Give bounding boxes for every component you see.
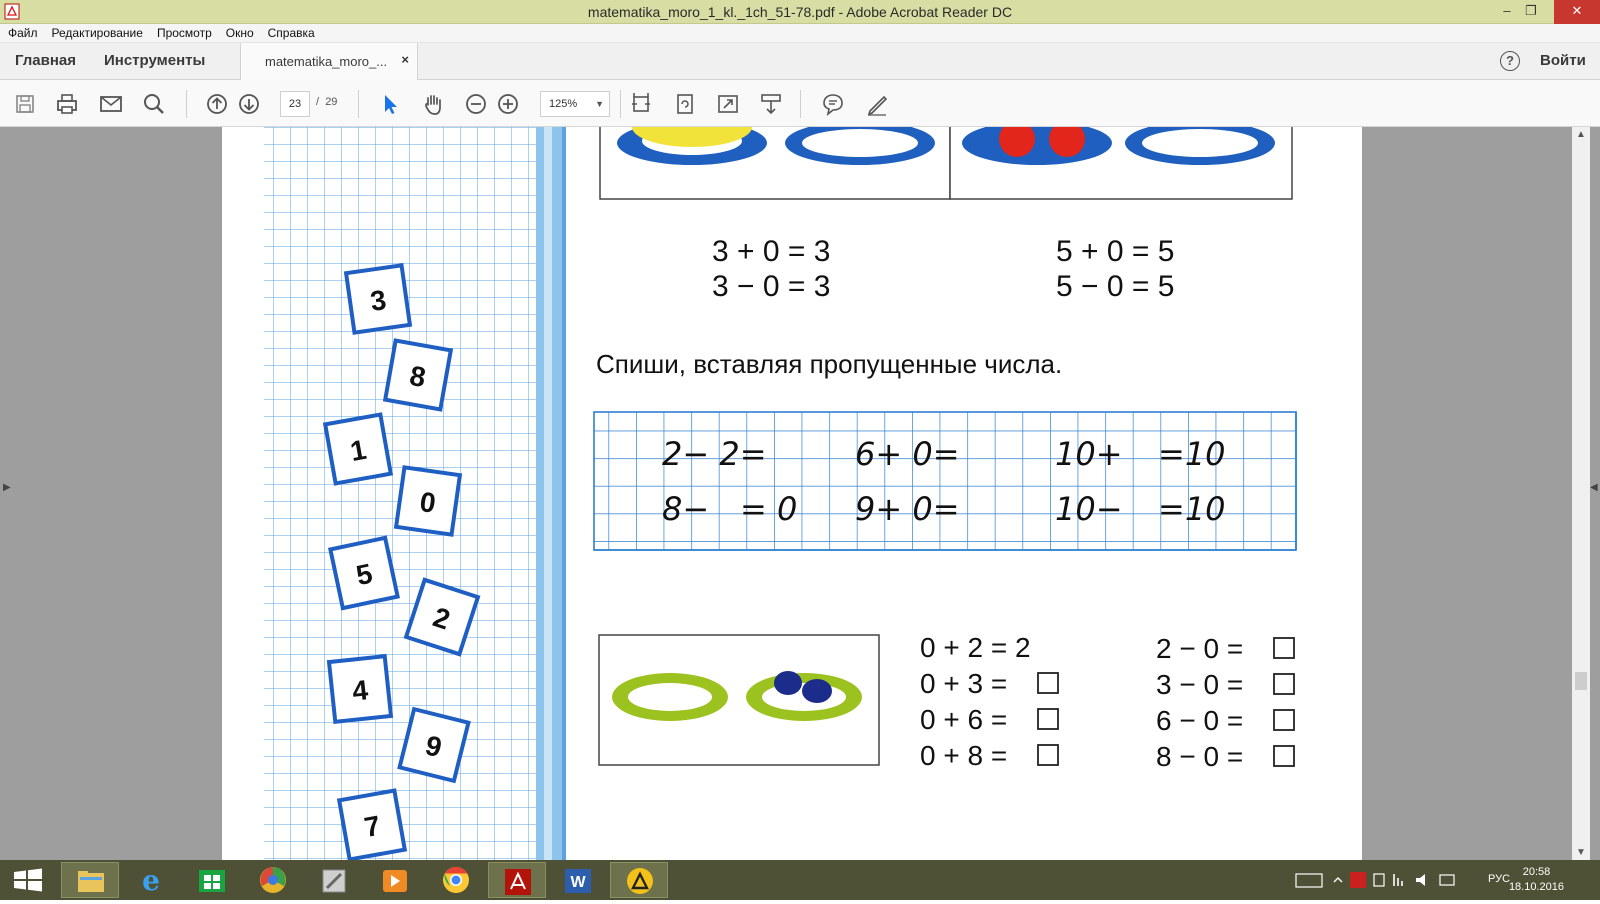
acrobat-icon[interactable] — [488, 862, 546, 898]
left-panel-toggle-icon[interactable]: ▶ — [3, 482, 11, 493]
equation: 5 − 0 = 5 — [1056, 270, 1174, 303]
tray-icons[interactable] — [1290, 870, 1480, 890]
search-icon[interactable] — [141, 91, 167, 117]
tab-tools[interactable]: Инструменты — [104, 52, 205, 69]
number-card: 9 — [397, 706, 471, 784]
number-card: 0 — [393, 465, 463, 537]
clock-time: 20:58 — [1522, 866, 1551, 878]
archicad-icon[interactable] — [610, 862, 668, 898]
close-button[interactable]: ✕ — [1554, 0, 1600, 24]
instruction-text: Спиши, вставляя пропущенные числа. — [596, 349, 1062, 379]
toolbar: 23 / 29 125% ▼ — [0, 80, 1600, 127]
login-button[interactable]: Войти — [1540, 52, 1586, 69]
media-player-icon[interactable] — [366, 862, 424, 898]
select-cursor-icon[interactable] — [377, 91, 403, 117]
menu-window[interactable]: Окно — [218, 24, 260, 40]
grid-text: 8− — [662, 490, 709, 528]
clock-date: 18.10.2016 — [1508, 881, 1564, 893]
chrome-like-icon[interactable] — [244, 862, 302, 898]
vertical-scrollbar[interactable]: ▲ ▼ — [1572, 127, 1590, 860]
window-title: matematika_moro_1_kl._1ch_51-78.pdf - Ad… — [587, 4, 1013, 20]
equation: 3 − 0 = 3 — [712, 270, 830, 303]
menu-view[interactable]: Просмотр — [149, 24, 218, 40]
hand-icon[interactable] — [420, 91, 446, 117]
page-down-icon[interactable] — [236, 91, 262, 117]
tab-home[interactable]: Главная — [15, 52, 76, 69]
close-tab-button[interactable]: × — [401, 52, 409, 67]
grid-text: 10− — [1055, 490, 1123, 528]
equation: 5 + 0 = 5 — [1056, 235, 1174, 268]
menu-file[interactable]: Файл — [0, 24, 44, 40]
grid-text: 10+ — [1055, 435, 1123, 473]
number-card: 3 — [343, 263, 413, 335]
number-card: 7 — [336, 788, 408, 860]
taskbar: e W РУС 20:58 18.10.2016 — [0, 860, 1600, 900]
number-card: 1 — [322, 412, 394, 486]
system-tray: РУС 20:58 18.10.2016 — [1290, 860, 1600, 900]
tab-bar: Главная Инструменты matematika_moro_... … — [0, 43, 1600, 80]
scroll-thumb[interactable] — [1575, 672, 1587, 690]
grid-text: 2− 2= — [662, 435, 767, 473]
comment-icon[interactable] — [820, 91, 846, 117]
scroll-up-icon[interactable]: ▲ — [1576, 129, 1586, 140]
scroll-down-icon[interactable]: ▼ — [1576, 847, 1586, 858]
right-panel-toggle-icon[interactable]: ◀ — [1590, 482, 1598, 493]
print-icon[interactable] — [54, 91, 80, 117]
menu-edit[interactable]: Редактирование — [44, 24, 149, 40]
zoom-in-icon[interactable] — [495, 91, 521, 117]
page-total: / 29 — [316, 96, 338, 108]
equation: 3 − 0 = — [1156, 669, 1243, 700]
menu-bar: Файл Редактирование Просмотр Окно Справка — [0, 24, 1600, 43]
scroll-mode-icon[interactable] — [758, 91, 784, 117]
tab-document[interactable]: matematika_moro_... × — [240, 43, 418, 80]
number-card: 8 — [382, 338, 454, 412]
pdf-page: 3 8 1 0 5 2 4 9 7 3 + 0 = 3 3 − 0 = 3 5 … — [222, 127, 1362, 860]
menu-help[interactable]: Справка — [260, 24, 321, 40]
word-icon[interactable]: W — [549, 862, 607, 898]
page-illustration: 3 8 1 0 5 2 4 9 7 3 + 0 = 3 3 − 0 = 3 5 … — [264, 127, 1297, 860]
clock[interactable]: 20:58 18.10.2016 — [1509, 865, 1564, 895]
equation: 0 + 3 = — [920, 668, 1007, 699]
grid-text: = 0 — [740, 490, 797, 528]
language-indicator[interactable]: РУС — [1488, 873, 1510, 885]
sign-icon[interactable] — [864, 91, 890, 117]
rotate-icon[interactable] — [672, 91, 698, 117]
document-tab-label: matematika_moro_... — [265, 54, 388, 69]
maximize-button[interactable]: ❐ — [1508, 0, 1554, 24]
tool-icon[interactable] — [305, 862, 363, 898]
equation: 6 − 0 = — [1156, 705, 1243, 736]
equation: 2 − 0 = — [1156, 633, 1243, 664]
help-icon[interactable]: ? — [1500, 51, 1520, 71]
grid-text: =10 — [1158, 490, 1226, 528]
grid-text: 6+ 0= — [855, 435, 960, 473]
equation: 0 + 6 = — [920, 704, 1007, 735]
equation: 8 − 0 = — [1156, 741, 1243, 772]
email-icon[interactable] — [98, 91, 124, 117]
grid-text: 9+ 0= — [855, 490, 960, 528]
document-viewer[interactable]: ▶ ◀ 3 8 1 0 5 2 4 9 7 3 + 0 = 3 3 − 0 = … — [0, 127, 1600, 860]
equation: 0 + 2 = 2 — [920, 632, 1031, 663]
fullscreen-icon[interactable] — [715, 91, 741, 117]
page-number-input[interactable]: 23 — [280, 91, 310, 117]
store-icon[interactable] — [183, 862, 241, 898]
chevron-down-icon: ▼ — [595, 99, 604, 109]
page-up-icon[interactable] — [204, 91, 230, 117]
zoom-select[interactable]: 125% ▼ — [540, 91, 610, 117]
grid-text: =10 — [1158, 435, 1226, 473]
zoom-out-icon[interactable] — [463, 91, 489, 117]
equation: 3 + 0 = 3 — [712, 235, 830, 268]
save-icon[interactable] — [12, 91, 38, 117]
fit-page-icon[interactable] — [628, 91, 654, 117]
svg-text:e: e — [142, 864, 160, 897]
equation: 0 + 8 = — [920, 740, 1007, 771]
number-card: 4 — [326, 654, 394, 724]
start-icon[interactable] — [0, 862, 58, 898]
svg-text:W: W — [570, 874, 586, 891]
title-bar: matematika_moro_1_kl._1ch_51-78.pdf - Ad… — [0, 0, 1600, 24]
number-card: 5 — [328, 535, 400, 611]
internet-explorer-icon[interactable]: e — [122, 862, 180, 898]
chrome-icon[interactable] — [427, 862, 485, 898]
file-explorer-icon[interactable] — [61, 862, 119, 898]
